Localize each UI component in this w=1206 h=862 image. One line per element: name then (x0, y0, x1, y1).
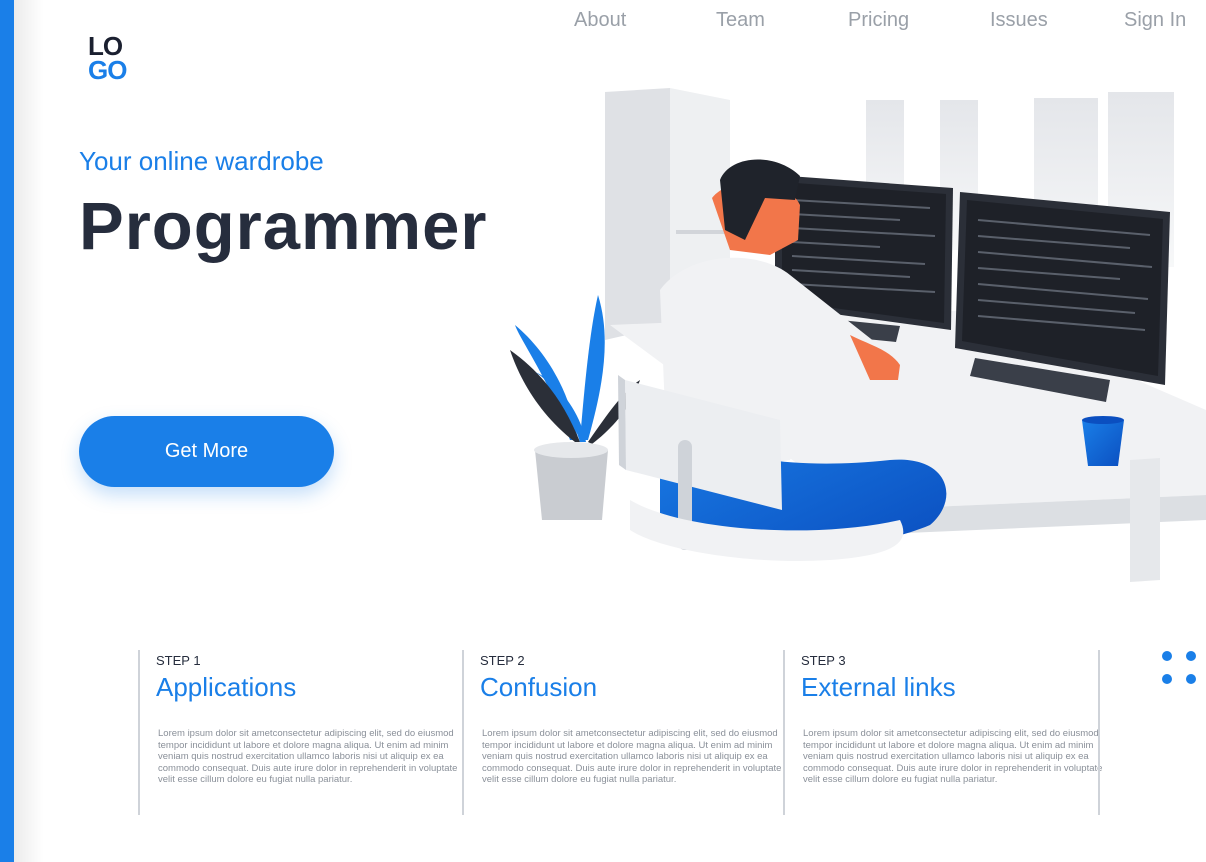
cup (1082, 416, 1124, 466)
step-2-title[interactable]: Confusion (480, 672, 597, 703)
step-2-label: Step 2 (480, 653, 525, 668)
step-3-body: Lorem ipsum dolor sit ametconsectetur ad… (803, 728, 1103, 786)
dot-icon (1162, 651, 1172, 661)
step-1-title[interactable]: Applications (156, 672, 296, 703)
step-3-title[interactable]: External links (801, 672, 956, 703)
step-end-divider (1098, 650, 1100, 815)
step-divider (783, 650, 785, 815)
step-3: Step 3 External links Lorem ipsum dolor … (783, 650, 1103, 815)
step-divider (138, 650, 140, 815)
programmer-illustration (510, 88, 1206, 582)
step-divider (462, 650, 464, 815)
step-2-body: Lorem ipsum dolor sit ametconsectetur ad… (482, 728, 782, 786)
logo-line-2: GO (88, 55, 127, 85)
hero-title: Programmer (79, 189, 488, 264)
step-2: Step 2 Confusion Lorem ipsum dolor sit a… (462, 650, 782, 815)
step-1: Step 1 Applications Lorem ipsum dolor si… (138, 650, 458, 815)
dot-icon (1186, 651, 1196, 661)
step-3-label: Step 3 (801, 653, 846, 668)
step-1-label: Step 1 (156, 653, 201, 668)
pagination-dots-icon[interactable] (1158, 648, 1206, 688)
nav-issues[interactable]: Issues (990, 9, 1048, 32)
hero-tagline: Your online wardrobe (79, 146, 324, 176)
nav-pricing[interactable]: Pricing (848, 9, 909, 32)
nav-team[interactable]: Team (716, 9, 765, 32)
nav-sign-in[interactable]: Sign In (1124, 9, 1186, 32)
get-more-button[interactable]: Get More (79, 416, 334, 487)
step-1-body: Lorem ipsum dolor sit ametconsectetur ad… (158, 728, 458, 786)
top-nav: About Team Pricing Issues Sign In (560, 9, 1200, 39)
nav-about[interactable]: About (574, 9, 626, 32)
steps-section: Step 1 Applications Lorem ipsum dolor si… (0, 650, 1206, 820)
logo[interactable]: LO GO (88, 33, 148, 90)
dot-icon (1162, 674, 1172, 684)
dot-icon (1186, 674, 1196, 684)
